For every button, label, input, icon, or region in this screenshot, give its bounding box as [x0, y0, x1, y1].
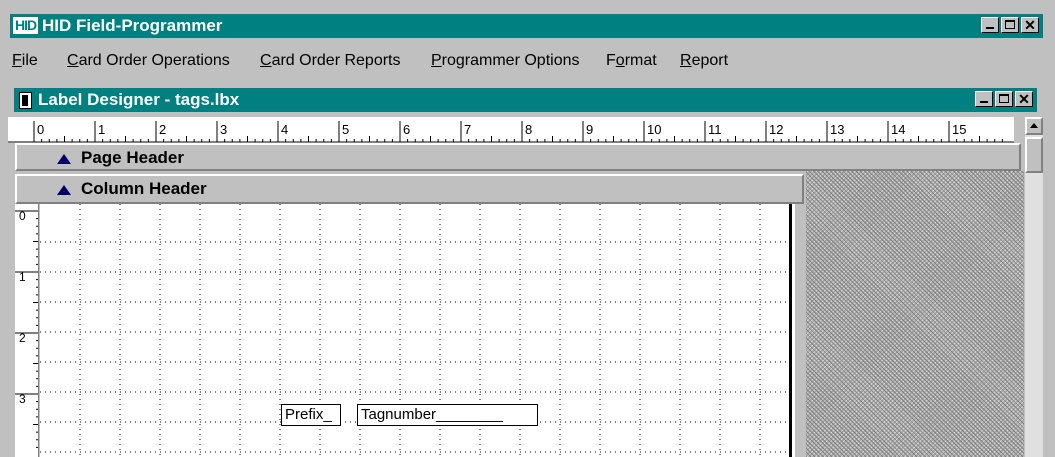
menu-bar: File Card Order Operations Card Order Re…	[10, 38, 1043, 82]
menu-format[interactable]: Format	[606, 52, 657, 70]
child-window-controls: ✕	[975, 91, 1033, 107]
maximize-icon	[1005, 20, 1015, 29]
ruler-label: 5	[342, 122, 349, 137]
ruler-label: 7	[464, 122, 471, 137]
vertical-ruler: 0 1 2 3	[15, 204, 39, 457]
ruler-label: 15	[952, 122, 966, 137]
ruler-label: 10	[647, 122, 661, 137]
maximize-icon	[999, 94, 1009, 103]
ruler-label: 14	[891, 122, 905, 137]
ruler-label: 11	[708, 122, 722, 137]
vertical-scrollbar[interactable]	[1025, 117, 1043, 457]
close-icon: ✕	[1024, 17, 1036, 33]
page-header-label: Page Header	[81, 148, 184, 167]
menu-file[interactable]: File	[12, 52, 38, 70]
ruler-label: 13	[830, 122, 844, 137]
main-title-bar[interactable]: HID HID Field-Programmer ✕	[10, 14, 1043, 38]
maximize-button[interactable]	[1001, 17, 1019, 33]
ruler-label: 4	[281, 122, 288, 137]
tagnumber-field[interactable]: Tagnumber________	[357, 404, 538, 426]
document-icon	[19, 92, 32, 109]
scroll-up-arrow-icon[interactable]	[1025, 117, 1043, 135]
horizontal-ruler: 0 1 2 3 4 5 6 7 8 9 10 11 12 13 14 15	[8, 117, 1014, 143]
ruler-label: 12	[769, 122, 783, 137]
menu-programmer-options[interactable]: Programmer Options	[431, 52, 580, 70]
vruler-label: 0	[19, 209, 26, 223]
close-icon: ✕	[1018, 91, 1030, 107]
collapse-triangle-icon[interactable]	[57, 154, 71, 164]
minimize-button[interactable]	[981, 17, 999, 33]
collapse-triangle-icon[interactable]	[57, 185, 71, 195]
page-header-band[interactable]: Page Header	[15, 143, 1021, 171]
ruler-label: 9	[586, 122, 593, 137]
menu-card-order-reports[interactable]: Card Order Reports	[260, 52, 401, 70]
child-minimize-button[interactable]	[975, 91, 993, 107]
vruler-label: 1	[19, 270, 26, 284]
prefix-field[interactable]: Prefix_	[281, 404, 341, 426]
app-title: HID Field-Programmer	[42, 16, 223, 35]
hid-logo-icon: HID	[13, 17, 39, 34]
column-header-label: Column Header	[81, 179, 207, 198]
menu-report[interactable]: Report	[680, 52, 728, 70]
minimize-icon	[986, 27, 994, 29]
scroll-thumb[interactable]	[1025, 137, 1043, 173]
child-close-button[interactable]: ✕	[1015, 91, 1033, 107]
ruler-label: 2	[159, 122, 166, 137]
close-button[interactable]: ✕	[1021, 17, 1039, 33]
unused-page-area	[806, 171, 1024, 457]
page-edge-gap	[792, 204, 795, 457]
ruler-label: 3	[220, 122, 227, 137]
ruler-label: 0	[37, 122, 44, 137]
minimize-icon	[980, 101, 988, 103]
ruler-label: 8	[525, 122, 532, 137]
app-window: HID HID Field-Programmer ✕ File Card Ord…	[0, 0, 1055, 457]
ruler-label: 1	[98, 122, 105, 137]
child-maximize-button[interactable]	[995, 91, 1013, 107]
menu-card-order-operations[interactable]: Card Order Operations	[67, 52, 230, 70]
vruler-label: 2	[19, 331, 26, 345]
label-designer-title: Label Designer - tags.lbx	[38, 90, 240, 109]
vruler-label: 3	[19, 392, 26, 406]
ruler-label: 6	[403, 122, 410, 137]
column-header-band[interactable]: Column Header	[15, 174, 804, 204]
label-designer-title-bar[interactable]: Label Designer - tags.lbx ✕	[14, 88, 1037, 112]
window-controls: ✕	[981, 17, 1039, 33]
